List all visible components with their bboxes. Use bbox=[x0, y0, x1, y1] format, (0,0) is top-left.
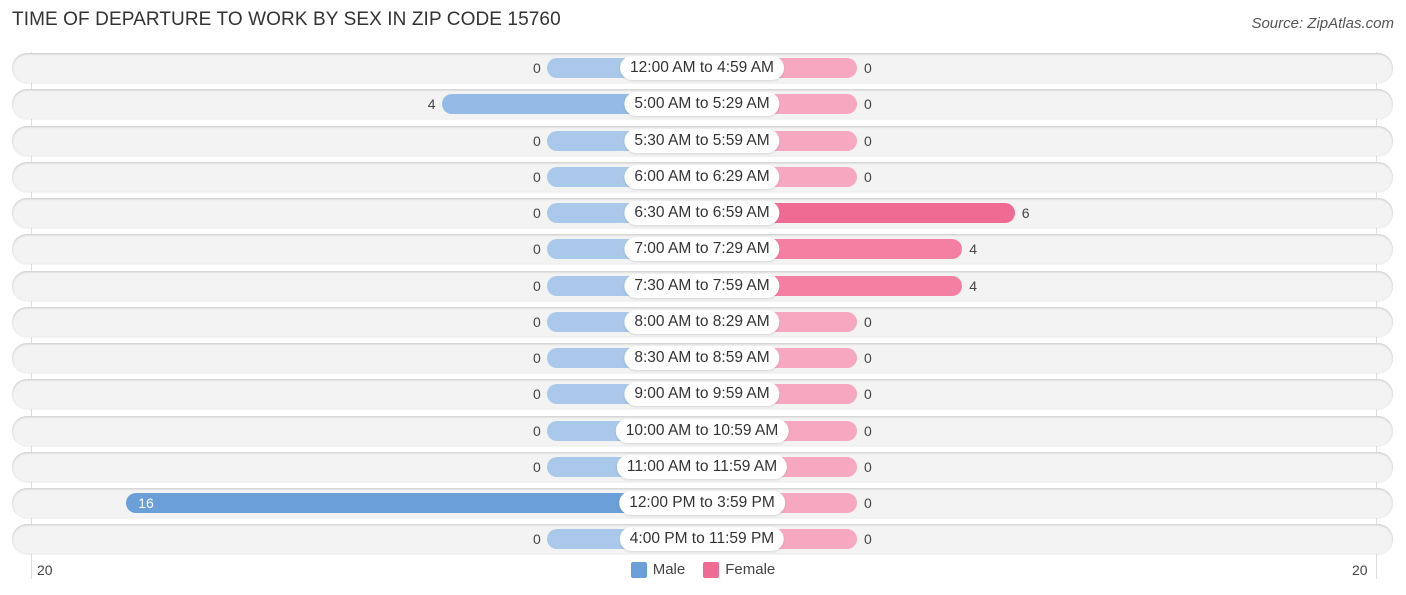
legend-label-female: Female bbox=[725, 561, 776, 578]
legend-swatch-female bbox=[703, 561, 720, 578]
value-label-male: 0 bbox=[533, 241, 541, 258]
category-label: 6:00 AM to 6:29 AM bbox=[624, 164, 780, 189]
category-label: 4:00 PM to 11:59 PM bbox=[619, 527, 785, 552]
chart-title: TIME OF DEPARTURE TO WORK BY SEX IN ZIP … bbox=[12, 9, 561, 30]
value-label-male: 0 bbox=[533, 277, 541, 294]
category-label: 5:00 AM to 5:29 AM bbox=[624, 92, 780, 117]
category-label: 7:30 AM to 7:59 AM bbox=[624, 273, 780, 298]
value-label-female: 0 bbox=[864, 60, 872, 76]
category-label: 6:30 AM to 6:59 AM bbox=[624, 201, 780, 225]
source-label: Source: ZipAtlas.com bbox=[1251, 15, 1394, 32]
value-label-female: 0 bbox=[864, 350, 872, 366]
value-label-male: 0 bbox=[533, 132, 541, 149]
value-label-female: 0 bbox=[864, 132, 872, 149]
category-label: 5:30 AM to 5:59 AM bbox=[624, 128, 780, 153]
category-label: 9:00 AM to 9:59 AM bbox=[624, 382, 780, 407]
value-label-female: 0 bbox=[864, 422, 872, 439]
value-label-female: 0 bbox=[864, 313, 872, 330]
value-label-female: 4 bbox=[969, 241, 977, 258]
value-label-male: 0 bbox=[533, 313, 541, 330]
value-label-female: 0 bbox=[864, 495, 872, 511]
value-label-female: 0 bbox=[864, 386, 872, 403]
legend-item-female: Female bbox=[703, 561, 775, 578]
legend-item-male: Male bbox=[630, 561, 686, 578]
legend-swatch-male bbox=[630, 561, 647, 578]
category-label: 12:00 AM to 4:59 AM bbox=[620, 56, 784, 80]
legend: Male Female bbox=[0, 561, 1406, 578]
value-label-male: 0 bbox=[533, 458, 541, 475]
value-label-female: 4 bbox=[969, 277, 977, 294]
legend-label-male: Male bbox=[652, 561, 686, 578]
value-label-female: 0 bbox=[864, 96, 872, 113]
value-label-male: 0 bbox=[533, 531, 541, 548]
value-label-male: 16 bbox=[138, 495, 154, 511]
bar-male bbox=[126, 493, 702, 513]
category-label: 10:00 AM to 10:59 AM bbox=[615, 418, 789, 443]
value-label-male: 0 bbox=[533, 205, 541, 221]
value-label-male: 0 bbox=[533, 168, 541, 185]
value-label-male: 0 bbox=[533, 386, 541, 403]
value-label-male: 0 bbox=[533, 60, 541, 76]
category-label: 8:30 AM to 8:59 AM bbox=[624, 346, 780, 370]
category-label: 7:00 AM to 7:29 AM bbox=[624, 237, 780, 262]
value-label-female: 0 bbox=[864, 531, 872, 548]
value-label-female: 0 bbox=[864, 168, 872, 185]
category-label: 12:00 PM to 3:59 PM bbox=[619, 491, 785, 515]
value-label-male: 0 bbox=[533, 422, 541, 439]
value-label-male: 0 bbox=[533, 350, 541, 366]
value-label-male: 4 bbox=[427, 96, 436, 113]
value-label-female: 0 bbox=[864, 458, 872, 475]
value-label-female: 6 bbox=[1021, 205, 1030, 221]
category-label: 11:00 AM to 11:59 AM bbox=[616, 454, 788, 479]
category-label: 8:00 AM to 8:29 AM bbox=[624, 309, 780, 334]
